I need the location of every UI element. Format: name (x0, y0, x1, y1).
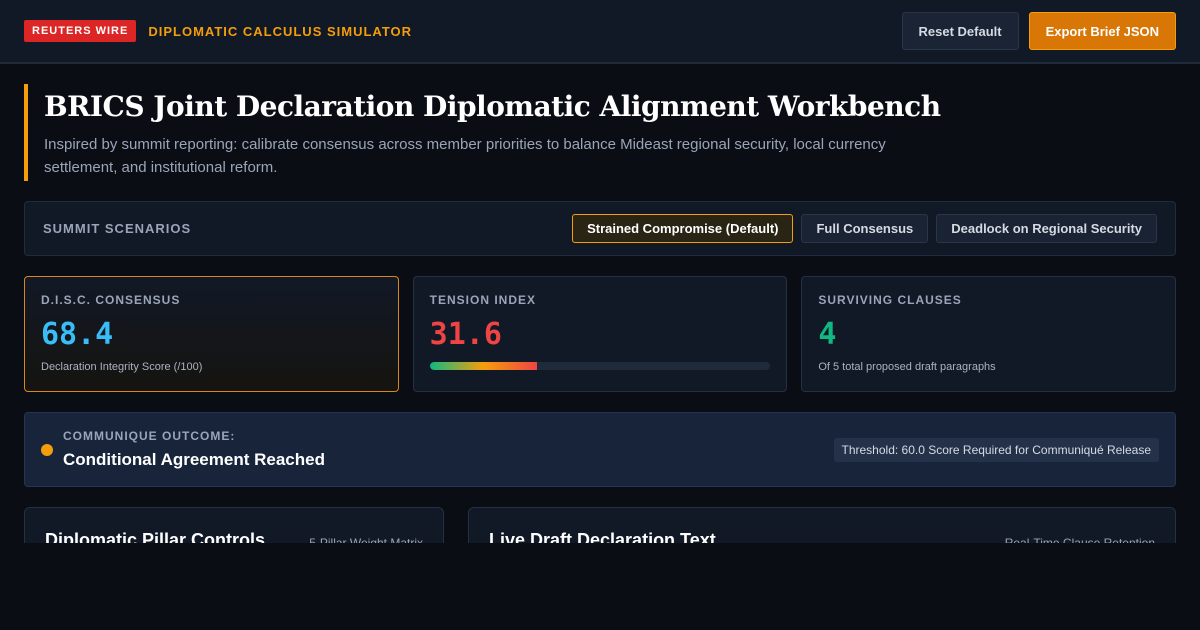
page-subtitle: Inspired by summit reporting: calibrate … (44, 136, 886, 176)
scenario-label: SUMMIT SCENARIOS (43, 221, 192, 236)
consensus-note: Declaration Integrity Score (/100) (41, 361, 203, 373)
status-dot-icon (41, 443, 53, 456)
scenario-tab-strained-compromise[interactable]: Strained Compromise (Default) (572, 214, 794, 243)
tension-label: TENSION INDEX (429, 293, 537, 307)
consensus-value: 68.4 (41, 317, 114, 352)
app-title: DIPLOMATIC CALCULUS SIMULATOR (148, 23, 413, 39)
page-bottom (0, 543, 1200, 630)
outcome-text: COMMUNIQUE OUTCOME: Conditional Agreemen… (63, 429, 325, 470)
hero: BRICS Joint Declaration Diplomatic Align… (24, 84, 1024, 181)
clauses-note: Of 5 total proposed draft paragraphs (818, 361, 996, 373)
clauses-value: 4 (818, 317, 837, 352)
tension-bar-fill (429, 362, 538, 370)
clauses-card: SURVIVING CLAUSES 4 Of 5 total proposed … (801, 276, 1177, 392)
tension-bar (429, 362, 771, 370)
consensus-label: D.I.S.C. CONSENSUS (41, 293, 181, 307)
page-title: BRICS Joint Declaration Diplomatic Align… (44, 90, 941, 123)
top-actions: Reset Default Export Brief JSON (901, 12, 1176, 50)
outcome-label: COMMUNIQUE OUTCOME: (63, 429, 236, 443)
reset-default-button[interactable]: Reset Default (901, 12, 1019, 50)
tension-card: TENSION INDEX 31.6 (412, 276, 788, 392)
top-bar: REUTERS WIRE DIPLOMATIC CALCULUS SIMULAT… (0, 0, 1200, 64)
outcome-value: Conditional Agreement Reached (63, 450, 325, 469)
scenario-tabs: Strained Compromise (Default) Full Conse… (572, 214, 1157, 243)
scenario-tab-deadlock[interactable]: Deadlock on Regional Security (936, 214, 1157, 243)
outcome-status: COMMUNIQUE OUTCOME: Conditional Agreemen… (41, 429, 325, 470)
communique-outcome: COMMUNIQUE OUTCOME: Conditional Agreemen… (24, 412, 1176, 487)
metric-cards: D.I.S.C. CONSENSUS 68.4 Declaration Inte… (24, 276, 1177, 392)
brand: REUTERS WIRE DIPLOMATIC CALCULUS SIMULAT… (24, 20, 412, 42)
consensus-card: D.I.S.C. CONSENSUS 68.4 Declaration Inte… (24, 276, 399, 392)
wire-badge: REUTERS WIRE (24, 20, 137, 42)
scenario-bar: SUMMIT SCENARIOS Strained Compromise (De… (24, 201, 1176, 256)
tension-value: 31.6 (429, 317, 502, 352)
export-brief-button[interactable]: Export Brief JSON (1028, 12, 1176, 50)
scenario-tab-full-consensus[interactable]: Full Consensus (801, 214, 929, 243)
clauses-label: SURVIVING CLAUSES (818, 293, 962, 307)
threshold-badge: Threshold: 60.0 Score Required for Commu… (833, 437, 1159, 462)
